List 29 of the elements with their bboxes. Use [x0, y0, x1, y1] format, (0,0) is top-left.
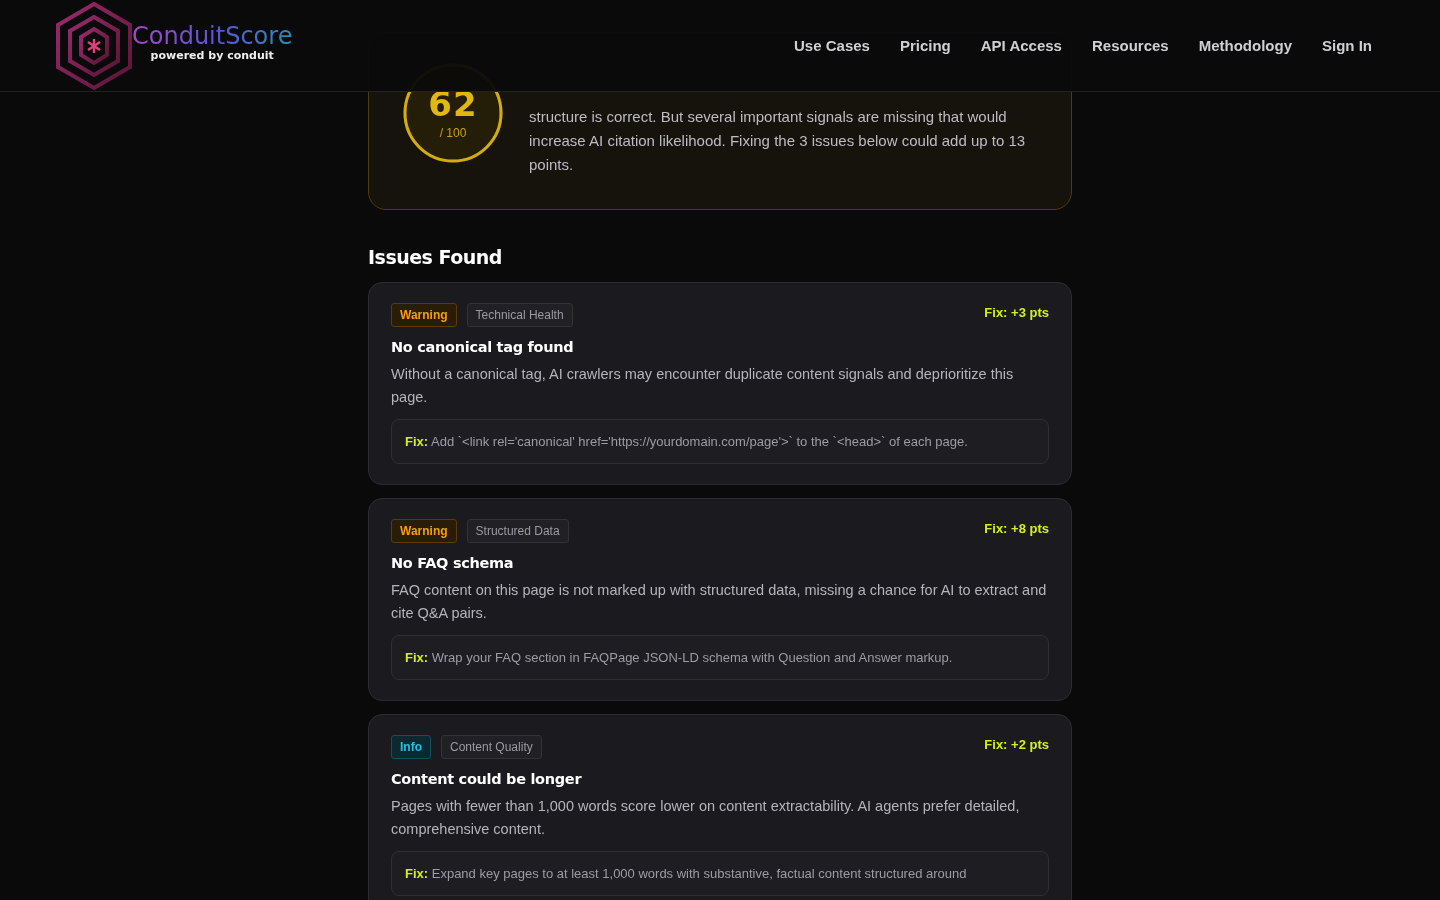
points-label: Fix: +2 pts: [984, 737, 1049, 752]
points-label: Fix: +8 pts: [984, 521, 1049, 536]
section-heading: Issues Found: [368, 246, 503, 268]
severity-badge: Warning: [391, 303, 457, 327]
category-tag: Content Quality: [441, 735, 542, 759]
issue-title: No FAQ schema: [391, 555, 515, 571]
nav-link[interactable]: Methodology: [1198, 37, 1292, 54]
category-tag: Structured Data: [466, 519, 569, 543]
issue-title: Content could be longer: [391, 771, 583, 787]
nav-link[interactable]: Pricing: [899, 37, 951, 54]
severity-badge: Warning: [391, 519, 457, 543]
nav-link[interactable]: API Access: [980, 37, 1062, 54]
issue-description: Pages with fewer than 1,000 words score lower on content extractability. AI agents prefer detailed, comprehensive content.: [391, 797, 1021, 839]
fix-text: Fix: Wrap your FAQ section in FAQPage JSON-LD schema with Question and Answer markup.: [405, 649, 954, 667]
nav-link[interactable]: Sign In: [1322, 37, 1372, 54]
score-max: / 100: [439, 126, 467, 140]
issue-title: No canonical tag found: [391, 339, 575, 355]
fix-text: Fix: Expand key pages to at least 1,000 words with substantive, factual content structured around: [405, 865, 968, 883]
score-value: 62: [428, 86, 478, 122]
category-tag: Technical Health: [466, 303, 573, 327]
points-label: Fix: +3 pts: [984, 305, 1049, 320]
fix-text: Fix: Add `<link rel='canonical' href='https://yourdomain.com/page'>` to the `<head>` of each page.: [405, 433, 969, 451]
score-summary: structure is correct. But several important signals are missing that would increase AI citation likelihood. Fixing the 3 issues below could add up to 13 points.: [529, 107, 1027, 175]
nav-link[interactable]: Resources: [1091, 37, 1169, 54]
nav-link[interactable]: Use Cases: [794, 37, 870, 54]
issue-description: Without a canonical tag, AI crawlers may encounter duplicate content signals and deprioritize this page.: [391, 365, 1015, 407]
logo-tagline: powered by conduit: [150, 48, 274, 62]
issue-description: FAQ content on this page is not marked up with structured data, missing a chance for AI to extract and cite Q&A pairs.: [391, 581, 1048, 623]
severity-badge: Info: [391, 735, 431, 759]
